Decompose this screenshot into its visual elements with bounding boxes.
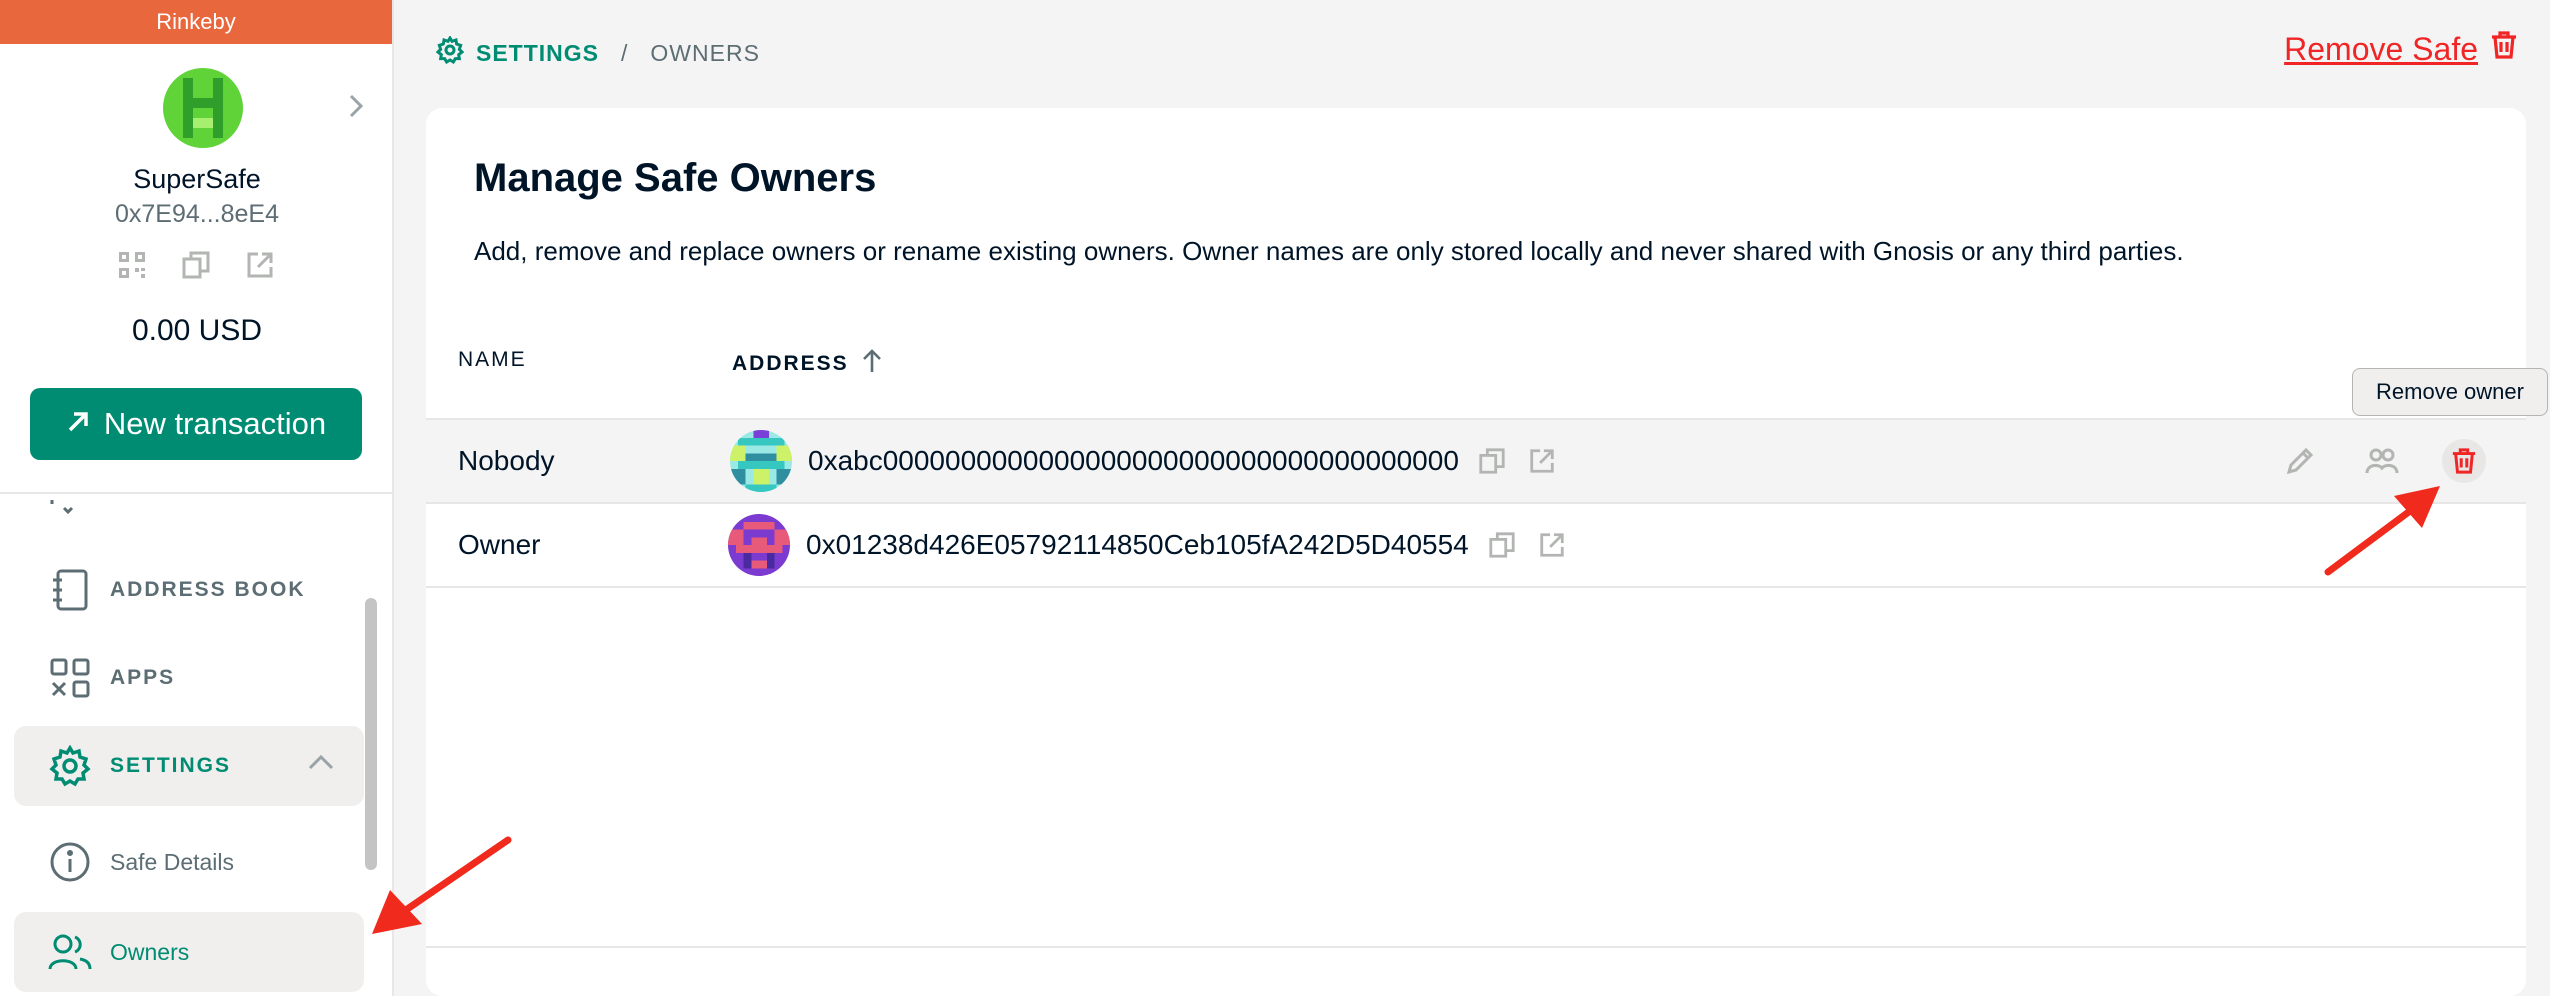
sidebar-item-apps[interactable]: APPS xyxy=(14,638,364,718)
apps-icon xyxy=(48,656,92,700)
sidebar-item-label: APPS xyxy=(110,666,176,689)
column-header-name[interactable]: NAME xyxy=(458,348,527,372)
new-transaction-button[interactable]: New transaction xyxy=(30,388,362,460)
breadcrumb-settings[interactable]: SETTINGS xyxy=(435,35,600,70)
trash-icon xyxy=(2490,30,2518,68)
owner-address-cell: 0x01238d426E05792114850Ceb105fA242D5D405… xyxy=(728,514,1569,576)
edit-owner-button[interactable] xyxy=(2278,439,2322,483)
chevron-up-icon xyxy=(308,754,334,775)
table-row-divider xyxy=(426,586,2526,588)
safe-name: SuperSafe xyxy=(133,164,261,194)
remove-owner-tooltip: Remove owner xyxy=(2352,368,2548,416)
chevron-right-icon[interactable] xyxy=(344,94,368,118)
owner-address: 0x01238d426E05792114850Ceb105fA242D5D405… xyxy=(806,529,1469,560)
annotation-arrow-owners xyxy=(372,836,512,934)
info-icon xyxy=(48,840,92,884)
sort-ascending-icon xyxy=(861,348,883,380)
external-link-icon[interactable] xyxy=(1525,444,1559,478)
partial-nav-icon xyxy=(50,498,74,518)
breadcrumb: SETTINGS / OWNERS xyxy=(435,35,760,70)
page-title: Manage Safe Owners xyxy=(474,156,877,200)
settings-gear-icon xyxy=(435,35,465,70)
replace-owner-button[interactable] xyxy=(2360,439,2404,483)
card-footer-divider xyxy=(426,946,2526,948)
sidebar-subitem-safe-details[interactable]: Safe Details xyxy=(14,822,364,902)
row-actions xyxy=(2278,439,2486,483)
owner-address-cell: 0xabc00000000000000000000000000000000000… xyxy=(730,430,1559,492)
qr-code-icon[interactable] xyxy=(115,248,149,282)
sidebar: Rinkeby SuperSafe 0x7E94...8eE4 0.00 USD… xyxy=(0,0,394,996)
sidebar-item-address-book[interactable]: ADDRESS BOOK xyxy=(14,550,364,630)
remove-safe-label: Remove Safe xyxy=(2284,30,2478,67)
new-transaction-label: New transaction xyxy=(103,406,327,441)
table-row[interactable]: Nobody 0xabc0000000000000000000000000000… xyxy=(426,418,2526,502)
topbar: SETTINGS / OWNERS Remove Safe xyxy=(396,0,2550,104)
safe-balance: 0.00 USD xyxy=(131,314,263,347)
owner-identicon xyxy=(728,514,790,576)
safe-actions xyxy=(115,248,277,282)
external-link-icon[interactable] xyxy=(1535,528,1569,562)
owner-identicon xyxy=(730,430,792,492)
sidebar-subitem-label: Owners xyxy=(110,938,190,965)
safe-identicon xyxy=(163,68,243,148)
column-header-address-label: ADDRESS xyxy=(732,352,849,375)
settings-gear-icon xyxy=(48,744,92,788)
manage-owners-card: Manage Safe Owners Add, remove and repla… xyxy=(426,108,2526,996)
copy-icon[interactable] xyxy=(1475,444,1509,478)
owner-name: Owner xyxy=(458,529,541,560)
sidebar-subitem-owners[interactable]: Owners xyxy=(14,912,364,992)
breadcrumb-separator: / xyxy=(621,39,629,66)
sidebar-divider xyxy=(0,492,394,494)
arrow-up-right-icon xyxy=(66,406,90,442)
table-row[interactable]: Owner 0x01238d426E05792114850Ceb105fA242… xyxy=(426,502,2526,586)
sidebar-item-settings[interactable]: SETTINGS xyxy=(14,726,364,806)
breadcrumb-owners: OWNERS xyxy=(650,39,760,66)
remove-safe-button[interactable]: Remove Safe xyxy=(2284,30,2518,68)
remove-owner-button[interactable] xyxy=(2442,439,2486,483)
page-description: Add, remove and replace owners or rename… xyxy=(474,236,2184,266)
breadcrumb-settings-label: SETTINGS xyxy=(476,39,600,66)
safe-address: 0x7E94...8eE4 xyxy=(114,200,279,228)
owner-address: 0xabc00000000000000000000000000000000000… xyxy=(808,445,1459,476)
owner-name: Nobody xyxy=(458,445,555,476)
address-book-icon xyxy=(48,568,92,612)
sidebar-item-label: ADDRESS BOOK xyxy=(110,578,306,601)
external-link-icon[interactable] xyxy=(243,248,277,282)
column-header-address[interactable]: ADDRESS xyxy=(732,348,883,380)
owners-icon xyxy=(48,930,92,974)
sidebar-subitem-label: Safe Details xyxy=(110,848,235,875)
copy-icon[interactable] xyxy=(1485,528,1519,562)
network-badge: Rinkeby xyxy=(0,0,392,44)
copy-icon[interactable] xyxy=(179,248,213,282)
annotation-arrow-remove-owner xyxy=(2324,486,2440,576)
sidebar-item-label: SETTINGS xyxy=(110,754,232,777)
